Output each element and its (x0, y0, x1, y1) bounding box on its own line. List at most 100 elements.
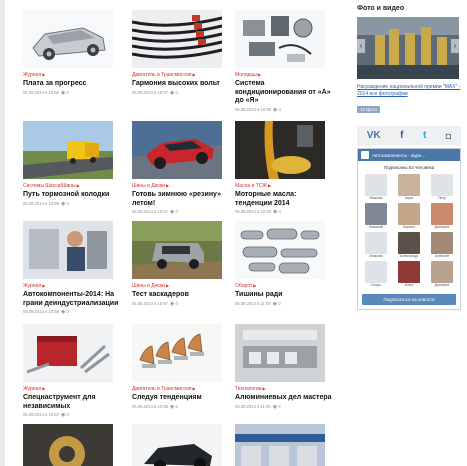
avatar[interactable] (398, 261, 420, 283)
vk-user[interactable]: Александр (398, 232, 420, 259)
vk-user[interactable]: Николай (365, 203, 387, 230)
article-thumb-oil[interactable] (235, 121, 325, 179)
avatar[interactable] (365, 203, 387, 225)
article-thumb-black-car[interactable] (132, 424, 222, 466)
article-card[interactable]: Шины и Диски▶ Тест каскадеров 05.08.2014… (132, 221, 230, 307)
gallery-next-arrow-icon[interactable]: › (451, 39, 459, 53)
article-card[interactable]: Журнал▶ Спецнаструмент для независимых 0… (23, 324, 121, 418)
avatar[interactable] (431, 232, 453, 254)
article-title[interactable]: Тишины ради (235, 291, 333, 300)
article-title[interactable]: Готовь зимнюю «резину» летом! (132, 191, 230, 208)
article-category[interactable]: Журнал▶ (23, 71, 121, 79)
vk-user[interactable]: Илья (398, 261, 420, 288)
article-category[interactable]: Оборот▶ (235, 282, 333, 290)
avatar[interactable] (431, 203, 453, 225)
avatar[interactable] (398, 203, 420, 225)
eye-icon: ◉ (170, 403, 175, 410)
vk-user-grid: Максим Кира Петр Николай Кирилл Дмитрий … (358, 171, 460, 291)
article-title[interactable]: Алюминиевых дел мастера (235, 394, 333, 403)
avatar[interactable] (365, 232, 387, 254)
article-category[interactable]: Журнал▶ (23, 282, 121, 290)
vk-user[interactable]: Алексей (431, 232, 453, 259)
article-thumb-truck[interactable] (23, 121, 113, 179)
article-category[interactable]: Двигатель и Трансмиссия▶ (132, 385, 230, 393)
article-thumb-red-car[interactable] (132, 121, 222, 179)
vk-group-name[interactable]: Автокомпоненты - журн... (372, 153, 425, 158)
article-category[interactable]: Двигатель и Трансмиссия▶ (132, 71, 230, 79)
article-category[interactable]: Системы Шасси/Шины▶ (23, 182, 121, 190)
vk-user[interactable]: Дмитрий (431, 203, 453, 230)
vk-widget-header[interactable]: Автокомпоненты - журн... (358, 149, 460, 161)
article-thumb-bearings[interactable] (132, 324, 222, 382)
article-thumb-exhaust[interactable] (235, 221, 325, 279)
article-category[interactable]: Шины и Диски▶ (132, 282, 230, 290)
article-thumb-aluminium[interactable] (235, 324, 325, 382)
avatar[interactable] (398, 174, 420, 196)
article-title[interactable]: Путь тормозной колодки (23, 191, 121, 200)
eye-icon: ◉ (272, 403, 278, 410)
article-title[interactable]: Моторные масла: тенденции 2014 (235, 191, 333, 208)
article-card[interactable]: Молодцы▶ Система кондиционирования от «А… (235, 10, 333, 113)
article-category[interactable]: Журнал▶ (23, 385, 121, 393)
article-title[interactable]: Тест каскадеров (132, 291, 230, 300)
avatar[interactable] (365, 174, 387, 196)
photo-caption-link[interactable]: Награждение национальной премии "МАХ" - … (357, 84, 462, 98)
article-category[interactable]: Технологии▶ (235, 385, 333, 393)
article-thumb-car-chassis[interactable] (23, 10, 113, 68)
vk-icon[interactable]: VK (367, 130, 381, 142)
twitter-icon[interactable]: t (423, 130, 426, 142)
article-title[interactable]: Гармония высоких вольт (132, 80, 230, 89)
article-card[interactable]: Журнал▶ Автокомпоненты-2014: На грани де… (23, 221, 121, 315)
article-card[interactable]: Шины и Диски▶ Готовь зимнюю «резину» лет… (132, 121, 230, 215)
sidebar-heading: Фото и видео (357, 5, 405, 12)
photo-gallery[interactable]: ‹ › (357, 17, 459, 79)
article-card[interactable]: Двигатель и Трансмиссия▶ Гармония высоки… (132, 10, 230, 96)
article-title[interactable]: Система кондиционирования от «А» до «Я» (235, 80, 333, 106)
article-card[interactable] (235, 424, 333, 466)
article-thumb-gold-gear[interactable] (23, 424, 113, 466)
article-card[interactable]: Масла и ТСЖ▶ Моторные масла: тенденции 2… (235, 121, 333, 215)
vk-user[interactable]: Кира (398, 174, 420, 201)
article-category[interactable]: Молодцы▶ (235, 71, 333, 79)
article-card[interactable]: Журнал▶ Плата за прогресс 05.08.2014 в 1… (23, 10, 121, 96)
article-category[interactable]: Масла и ТСЖ▶ (235, 182, 333, 190)
vk-user[interactable]: Дмитрий (431, 261, 453, 288)
vk-user[interactable]: Игорь (365, 261, 387, 288)
eye-icon: ◉ (61, 89, 66, 96)
eye-icon: ◉ (61, 412, 66, 418)
article-thumb-ac-parts[interactable] (235, 10, 325, 68)
article-thumb-store[interactable] (235, 424, 325, 466)
instagram-icon[interactable]: ◘ (446, 130, 451, 142)
vk-user[interactable]: Максим (365, 174, 387, 201)
vk-user[interactable]: Кирилл (398, 203, 420, 230)
article-card[interactable] (23, 424, 121, 466)
article-title[interactable]: Следуя тенденциям (132, 394, 230, 403)
facebook-icon[interactable]: f (400, 130, 403, 142)
article-card[interactable]: Оборот▶ Тишины ради 05.08.2014 в 11:00 ◉ … (235, 221, 333, 307)
gallery-prev-arrow-icon[interactable]: ‹ (357, 39, 365, 53)
vk-subscribe-button[interactable]: Подписаться на новости (362, 294, 456, 305)
article-title[interactable]: Автокомпоненты-2014: На грани деиндустри… (23, 291, 121, 308)
avatar[interactable] (431, 174, 453, 196)
article-thumb-suv[interactable] (132, 221, 222, 279)
article-title[interactable]: Спецнаструмент для независимых (23, 394, 121, 411)
article-card[interactable]: Двигатель и Трансмиссия▶ Следуя тенденци… (132, 324, 230, 410)
article-title[interactable]: Плата за прогресс (23, 80, 121, 89)
vk-widget: Автокомпоненты - журн... Подписаны 63 че… (357, 148, 461, 310)
vk-user[interactable]: Петр (431, 174, 453, 201)
gallery-photo[interactable] (357, 17, 459, 79)
article-card[interactable]: Технологии▶ Алюминиевых дел мастера 05.0… (235, 324, 333, 410)
avatar[interactable] (365, 261, 387, 283)
article-thumb-tools[interactable] (23, 324, 113, 382)
vk-user[interactable]: Максим (365, 232, 387, 259)
eye-icon: ◉ (170, 89, 175, 96)
avatar[interactable] (398, 232, 420, 254)
article-thumb-cables[interactable] (132, 10, 222, 68)
article-card[interactable] (132, 424, 230, 466)
article-thumb-mechanic[interactable] (23, 221, 113, 279)
article-card[interactable]: Системы Шасси/Шины▶ Путь тормозной колод… (23, 121, 121, 207)
eye-icon: ◉ (61, 200, 66, 207)
avatar[interactable] (431, 261, 453, 283)
photo-count-badge[interactable]: 10 фото (357, 106, 380, 113)
article-category[interactable]: Шины и Диски▶ (132, 182, 230, 190)
